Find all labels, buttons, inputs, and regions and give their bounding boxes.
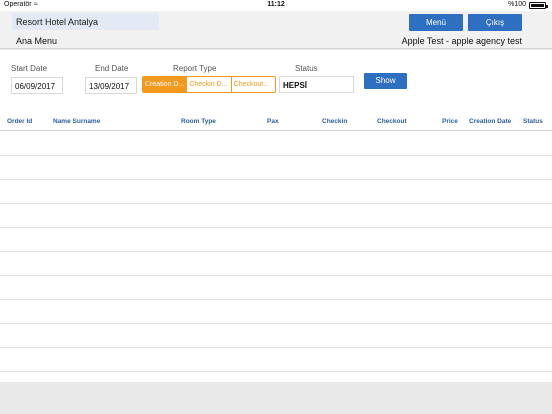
clock: 11:12 [267, 1, 285, 8]
exit-button[interactable]: Çıkış [468, 14, 522, 31]
footer-area [0, 382, 552, 414]
table-row [0, 252, 552, 276]
start-date-field[interactable]: 06/09/2017 [11, 77, 63, 94]
table-row [0, 324, 552, 348]
column-status: Status [523, 118, 543, 125]
column-checkin: Checkin [322, 118, 348, 125]
status-label: Status [295, 64, 318, 73]
table-header: Order Id Name Surname Room Type Pax Chec… [0, 113, 552, 131]
table-row [0, 300, 552, 324]
agency-label: Apple Test - apple agency test [401, 36, 522, 46]
column-room-type: Room Type [181, 118, 216, 125]
end-date-field[interactable]: 13/09/2017 [85, 77, 137, 94]
table-row [0, 348, 552, 372]
battery-icon [529, 2, 548, 9]
column-order-id: Order Id [7, 118, 33, 125]
report-type-checkin-date[interactable]: Checkin D... [186, 77, 230, 92]
battery-percentage: %100 [508, 1, 526, 8]
table-row [0, 132, 552, 156]
column-creation-date: Creation Date [469, 118, 512, 125]
status-bar: Operatör ≈ 11:12 %100 [0, 0, 552, 11]
report-type-creation-date[interactable]: Creation D... [143, 77, 187, 92]
hotel-name: Resort Hotel Antalya [12, 13, 159, 30]
table-row [0, 180, 552, 204]
table-row [0, 204, 552, 228]
page-title: Ana Menu [16, 36, 58, 46]
report-type-segmented-control: Creation D... Checkin D... Checkout... [142, 76, 276, 93]
report-type-label: Report Type [173, 64, 217, 73]
column-price: Price [442, 118, 458, 125]
report-panel: Start Date 06/09/2017 End Date 13/09/201… [0, 50, 552, 382]
status-select[interactable]: HEPSİ [279, 76, 354, 93]
table-row [0, 156, 552, 180]
start-date-label: Start Date [11, 64, 48, 73]
table-row [0, 228, 552, 252]
column-name-surname: Name Surname [53, 118, 101, 125]
table-row [0, 276, 552, 300]
show-button[interactable]: Show [364, 73, 407, 89]
end-date-label: End Date [95, 64, 129, 73]
column-pax: Pax [267, 118, 279, 125]
column-checkout: Checkout [377, 118, 407, 125]
report-type-checkout-date[interactable]: Checkout... [230, 77, 275, 92]
header-bar: Resort Hotel Antalya Ana Menu Menü Çıkış… [0, 11, 552, 49]
menu-button[interactable]: Menü [409, 14, 463, 31]
